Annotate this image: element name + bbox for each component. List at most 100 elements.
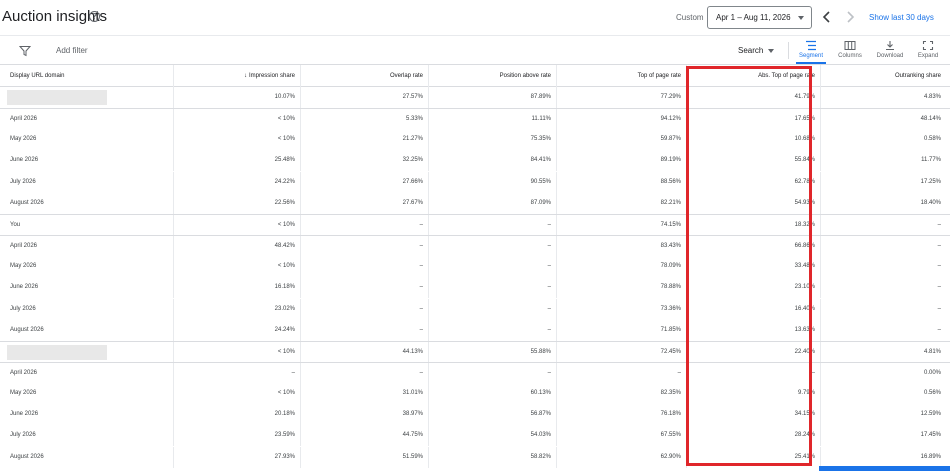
column-header-label: Abs. Top of page rate — [758, 73, 815, 79]
table-cell: 89.19% — [556, 150, 686, 172]
table-row: June 2026 20.18% 38.97% 56.87% 76.18% 34.15% 1… — [0, 404, 950, 426]
redacted-domain-block — [7, 90, 107, 105]
table-cell: < 10% — [173, 214, 300, 236]
table-row: August 2026 24.24% – –71.85% 13.63% – — [0, 319, 950, 341]
table-cell: 76.18% — [556, 404, 686, 426]
table-cell: 62.90% — [556, 446, 686, 468]
table-cell: 23.02% — [173, 298, 300, 320]
table-row: You < 10% – –74.15% 18.32% – — [0, 213, 950, 236]
download-icon — [886, 41, 894, 51]
table-cell: – — [300, 277, 428, 299]
table-cell: 78.09% — [556, 256, 686, 278]
table-cell: 4.81% — [820, 341, 946, 363]
col-header-top-of-page-rate[interactable]: Top of page rate — [556, 65, 686, 88]
table-cell: – — [300, 298, 428, 320]
table-cell: 16.89% — [820, 446, 946, 468]
table-cell: 82.21% — [556, 192, 686, 214]
table-cell: 34.15% — [686, 404, 820, 426]
table-cell: 5.33% — [300, 109, 428, 131]
columns-icon — [844, 41, 856, 50]
chevron-left-icon[interactable] — [820, 9, 834, 25]
segment-button[interactable]: Segment — [791, 39, 831, 63]
sort-descending-icon: ↓ — [243, 73, 247, 79]
blue-indicator-bar — [819, 466, 950, 471]
table-cell: – — [300, 362, 428, 384]
table-cell: 58.82% — [428, 446, 556, 468]
table-row: August 2026 27.93% 51.59% 58.82% 62.90% 25.41… — [0, 446, 950, 468]
search-dropdown[interactable]: Search — [738, 46, 763, 55]
table-cell: 10.07% — [173, 87, 300, 108]
table-row: April 2026 < 10% 5.33% 11.11% 94.12% 17.65% 48… — [0, 108, 950, 131]
table-row: August 2026 22.56% 27.67% 87.09% 82.21% 54.93… — [0, 192, 950, 214]
table-cell: 51.59% — [300, 446, 428, 468]
table-cell: 87.09% — [428, 192, 556, 214]
table-cell: – — [820, 236, 946, 258]
table-cell: – — [300, 236, 428, 258]
show-last-30-days-link[interactable]: Show last 30 days — [869, 13, 934, 22]
table-cell: 83.43% — [556, 236, 686, 258]
columns-button[interactable]: Columns — [830, 39, 870, 63]
row-label-cell: August 2026 — [10, 199, 44, 206]
help-icon[interactable]: ? — [89, 11, 100, 22]
table-cell: – — [820, 277, 946, 299]
table-cell: 27.57% — [300, 87, 428, 108]
table-cell: 88.56% — [556, 171, 686, 193]
toolbar-divider — [788, 42, 789, 59]
row-label-cell: July 2026 — [10, 305, 36, 312]
table-cell: 72.45% — [556, 341, 686, 363]
table-cell: 78.88% — [556, 277, 686, 299]
table-cell: 11.77% — [820, 150, 946, 172]
expand-label: Expand — [917, 53, 939, 59]
table-cell: 23.59% — [173, 425, 300, 447]
table-cell: – — [820, 214, 946, 236]
table-cell: < 10% — [173, 129, 300, 151]
col-header-overlap-rate[interactable]: Overlap rate — [300, 65, 428, 88]
date-range-value: Apr 1 – Aug 11, 2026 — [716, 13, 791, 22]
table-cell: – — [820, 319, 946, 341]
table-cell: – — [300, 256, 428, 278]
table-cell: 71.85% — [556, 319, 686, 341]
col-header-domain[interactable]: Display URL domain — [0, 65, 173, 88]
table-cell: 60.13% — [428, 383, 556, 405]
table-cell: < 10% — [173, 256, 300, 278]
table-cell: 17.45% — [820, 425, 946, 447]
add-filter-button[interactable]: Add filter — [56, 46, 88, 55]
table-cell: 67.55% — [556, 425, 686, 447]
table-cell: 0.00% — [820, 362, 946, 384]
table-cell: 44.13% — [300, 341, 428, 363]
filter-icon[interactable] — [18, 44, 32, 57]
segment-label: Segment — [798, 53, 823, 59]
col-header-impression-share[interactable]: ↓ Impression share — [173, 65, 300, 88]
table-cell: 16.40% — [686, 298, 820, 320]
page-header: Auction insights ? Custom Apr 1 – Aug 11… — [0, 0, 950, 35]
col-header-abs-top-of-page-rate[interactable]: Abs. Top of page rate — [686, 65, 820, 88]
table-cell: 32.25% — [300, 150, 428, 172]
expand-icon — [922, 40, 934, 51]
caret-down-icon — [768, 49, 774, 53]
redacted-domain-block — [7, 344, 107, 360]
table-cell: 75.35% — [428, 129, 556, 151]
date-range-picker[interactable]: Apr 1 – Aug 11, 2026 — [707, 6, 812, 29]
table-row: April 2026 48.42% – –83.43% 66.86% – — [0, 235, 950, 258]
row-label-cell: June 2026 — [10, 411, 39, 418]
row-label-cell: April 2026 — [10, 243, 38, 250]
table-row: < 10% 44.13% 55.88% 72.45% 22.40% 4.81% — [0, 340, 950, 363]
col-header-position-above-rate[interactable]: Position above rate — [428, 65, 556, 88]
download-button[interactable]: Download — [870, 39, 910, 63]
chevron-right-icon[interactable] — [843, 9, 857, 25]
row-label-cell: July 2026 — [10, 432, 36, 439]
table-cell: 12.59% — [820, 404, 946, 426]
table-cell: 41.79% — [686, 87, 820, 108]
table-cell: 48.14% — [820, 109, 946, 131]
table-cell: 90.55% — [428, 171, 556, 193]
table-row: April 2026– – – – –0.00% — [0, 361, 950, 384]
date-range-type-label: Custom — [676, 13, 704, 22]
row-label-cell: May 2026 — [10, 390, 37, 397]
table-cell: 16.18% — [173, 277, 300, 299]
table-row: July 2026 23.02% – –73.36% 16.40% – — [0, 298, 950, 320]
table-cell: 73.36% — [556, 298, 686, 320]
col-header-outranking-share[interactable]: Outranking share — [820, 65, 946, 88]
row-label-cell: August 2026 — [10, 453, 44, 460]
domain-cell-redacted — [0, 87, 173, 108]
expand-button[interactable]: Expand — [908, 39, 948, 63]
